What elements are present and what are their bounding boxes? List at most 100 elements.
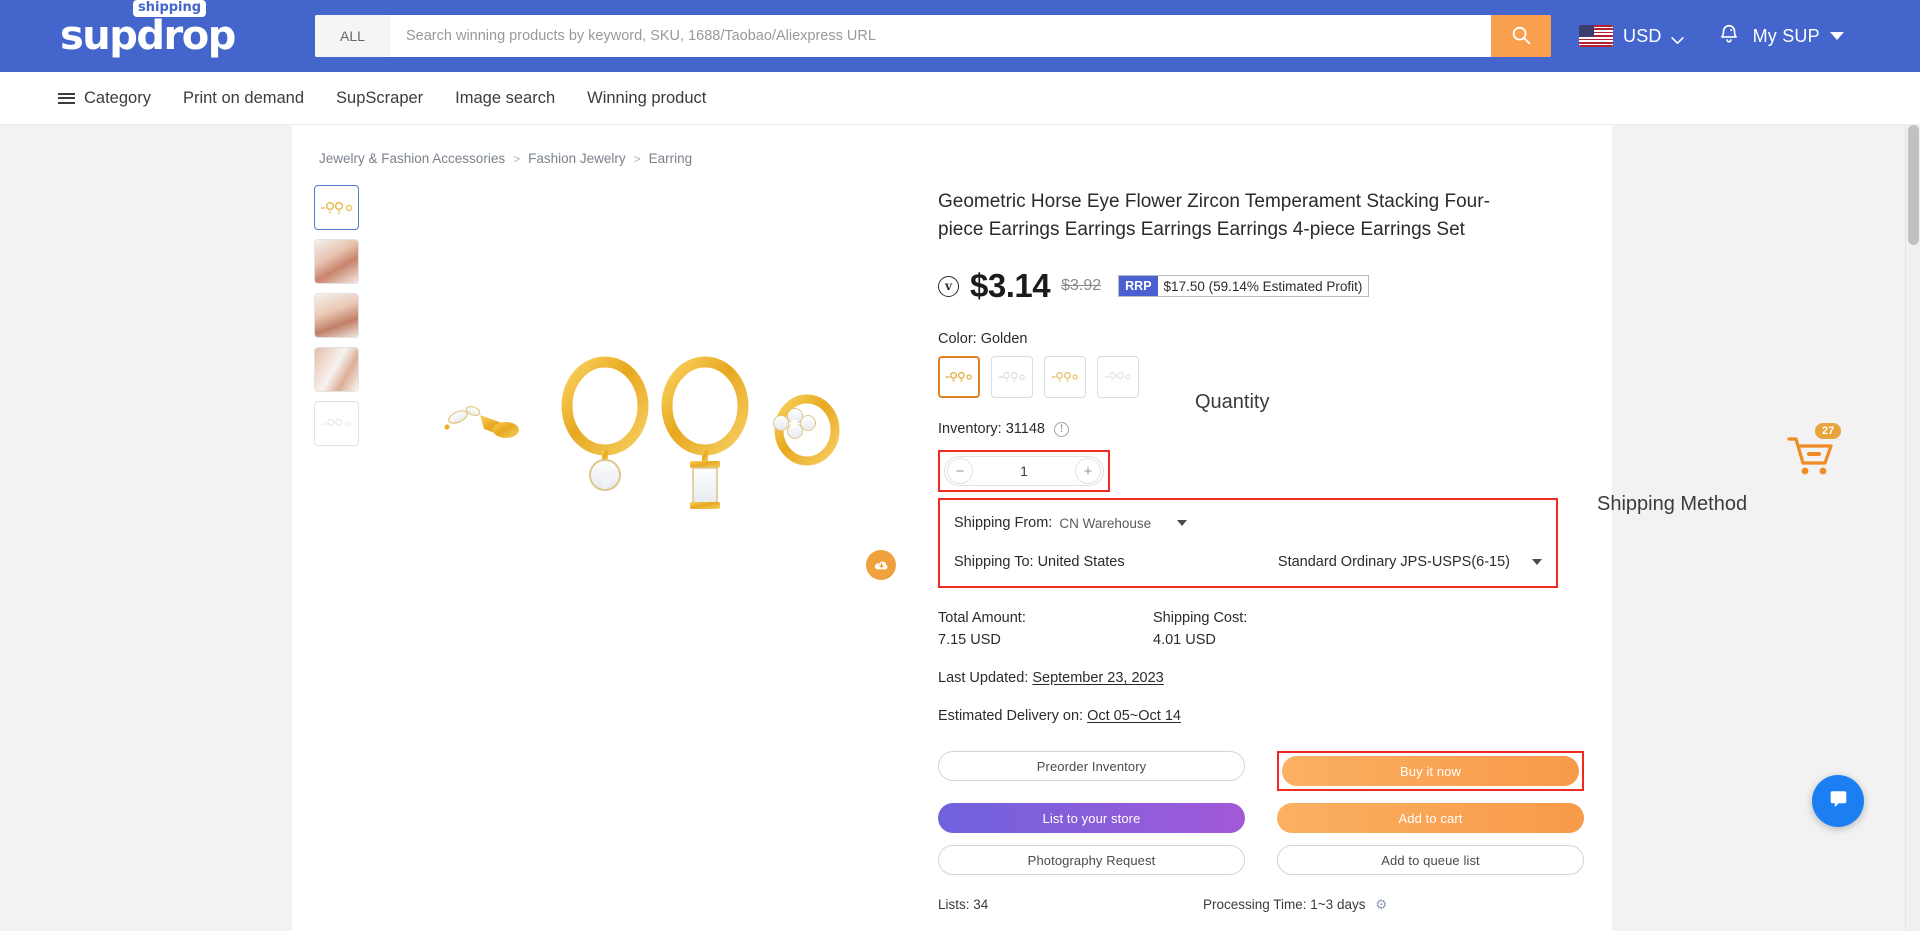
quantity-value[interactable]: 1 [975,463,1073,479]
nav-item-winning-product[interactable]: Winning product [587,89,706,108]
total-amount-value: 7.15 USD [938,632,1001,649]
nav-item-supscraper[interactable]: SupScraper [336,89,423,108]
shipping-cost-value: 4.01 USD [1153,632,1216,649]
shopping-cart-icon [1785,437,1841,483]
last-updated-row: Last Updated: September 23, 2023 [938,670,1550,686]
scrollbar-thumb[interactable] [1908,125,1919,245]
page-scrollbar[interactable] [1905,125,1920,931]
chat-bubble-icon [1826,786,1851,816]
price-row: v $3.14 $3.92 RRP $17.50 (59.14% Estimat… [938,267,1550,305]
add-to-cart-button[interactable]: Add to cart [1277,803,1584,834]
nav-label: Category [84,88,151,107]
last-updated-label: Last Updated: [938,670,1029,687]
breadcrumb-separator-icon: > [513,151,521,166]
thumb-model-ear-1[interactable] [314,239,359,284]
shipping-highlight-box: Shipping From: CN Warehouse Shipping To:… [938,498,1558,589]
photography-request-button[interactable]: Photography Request [938,845,1245,876]
nav-label: Print on demand [182,88,305,107]
thumb-model-ear-3[interactable] [314,347,359,392]
shipping-to-label: Shipping To: United States [954,554,1125,571]
us-flag-icon [1579,25,1613,47]
verified-badge-icon: v [938,275,959,297]
totals-row: Total Amount: 7.15 USD Shipping Cost: 4.… [938,610,1550,648]
product-detail-card: Jewelry & Fashion Accessories > Fashion … [292,125,1612,931]
product-image-earrings [444,356,840,509]
shipping-from-label: Shipping From: [954,515,1053,532]
quantity-decrease-button[interactable]: − [947,458,973,485]
site-logo[interactable]: supdrop shipping [60,0,236,59]
caret-down-icon[interactable] [1829,32,1844,40]
nav-item-print-on-demand[interactable]: Print on demand [183,89,304,108]
thumb-product-white[interactable] [314,401,359,446]
list-to-your-store-button[interactable]: List to your store [938,803,1245,834]
account-menu-label[interactable]: My SUP [1753,26,1820,47]
processing-time-label: Processing Time: 1~3 days [1203,897,1366,913]
breadcrumb-item-0[interactable]: Jewelry & Fashion Accessories [319,151,505,166]
preorder-inventory-button[interactable]: Preorder Inventory [938,751,1245,782]
thumb-model-ear-2[interactable] [314,293,359,338]
lists-count: Lists: 34 [938,897,989,913]
estimated-delivery-row: Estimated Delivery on: Oct 05~Oct 14 [938,708,1550,724]
swatch-gold-alt[interactable] [1044,356,1086,399]
add-to-queue-list-button[interactable]: Add to queue list [1277,845,1584,876]
total-amount-label: Total Amount: [938,610,1026,627]
buy-it-now-button[interactable]: Buy it now [1282,756,1579,787]
inventory-row: Inventory: 31148 ! [938,421,1550,437]
notification-bell-icon[interactable] [1718,23,1740,50]
hamburger-menu-icon [58,92,75,104]
cart-count-badge: 27 [1815,423,1842,439]
search-icon [1510,24,1532,49]
cloud-download-icon[interactable] [866,550,896,580]
rrp-value: $17.50 (59.14% Estimated Profit) [1163,278,1363,294]
swatch-silver[interactable] [991,356,1033,399]
shipping-from-value[interactable]: CN Warehouse [1059,516,1151,531]
shipping-from-row: Shipping From: CN Warehouse [954,510,1542,536]
rrp-badge: RRP $17.50 (59.14% Estimated Profit) [1118,275,1370,298]
shipping-cost-label: Shipping Cost: [1153,610,1248,627]
currency-label[interactable]: USD [1623,26,1662,47]
quantity-increase-button[interactable]: + [1075,458,1101,485]
chat-widget-button[interactable] [1812,775,1864,827]
shipping-method-select[interactable]: Standard Ordinary JPS-USPS(6-15) [1278,554,1542,570]
thumbnail-list [314,180,370,913]
search-button[interactable] [1491,15,1551,57]
caret-down-icon[interactable] [1177,520,1188,527]
product-title: Geometric Horse Eye Flower Zircon Temper… [938,191,1490,241]
breadcrumb-item-1[interactable]: Fashion Jewelry [528,151,626,166]
nav-label: SupScraper [336,88,424,107]
delivery-label: Estimated Delivery on: [938,708,1084,725]
search-input[interactable] [390,15,1491,57]
info-icon[interactable]: ! [1053,421,1069,437]
search-category-selector[interactable]: ALL [315,15,390,57]
search-bar: ALL [315,15,1551,57]
product-info-panel: Geometric Horse Eye Flower Zircon Temper… [910,180,1584,913]
product-content: Geometric Horse Eye Flower Zircon Temper… [292,166,1612,913]
logo-text: supdrop [60,13,236,59]
caret-down-icon[interactable] [1532,559,1542,566]
inventory-label: Inventory: 31148 [938,421,1045,438]
quantity-highlight-box: − 1 + [938,450,1110,493]
floating-cart[interactable]: 27 [1785,423,1845,484]
delivery-value: Oct 05~Oct 14 [1087,708,1181,725]
nav-label: Image search [455,88,556,107]
shipping-method-value: Standard Ordinary JPS-USPS(6-15) [1277,554,1510,571]
last-updated-value: September 23, 2023 [1032,670,1164,687]
breadcrumb-item-2[interactable]: Earring [649,151,693,166]
swatch-white[interactable] [1097,356,1139,399]
quantity-stepper: − 1 + [944,456,1104,487]
swatch-golden[interactable] [938,356,980,399]
buy-now-highlight-box: Buy it now [1277,751,1584,792]
product-main-image[interactable] [370,180,910,720]
thumb-product-flatlay[interactable] [314,185,359,230]
original-price: $3.92 [1061,277,1102,295]
nav-item-category[interactable]: Category [58,89,151,108]
chevron-down-icon[interactable] [1670,32,1684,45]
action-button-grid: Preorder Inventory Buy it now List to yo… [938,751,1584,876]
shipping-to-row: Shipping To: United States Standard Ordi… [954,549,1542,575]
gear-icon[interactable]: ⚙ [1375,897,1387,912]
quantity-annotation: Quantity [1195,391,1270,413]
total-amount-block: Total Amount: 7.15 USD [938,610,1153,648]
shipping-cost-block: Shipping Cost: 4.01 USD [1153,610,1368,648]
processing-time: Processing Time: 1~3 days ⚙ [1203,897,1387,913]
nav-item-image-search[interactable]: Image search [455,89,555,108]
